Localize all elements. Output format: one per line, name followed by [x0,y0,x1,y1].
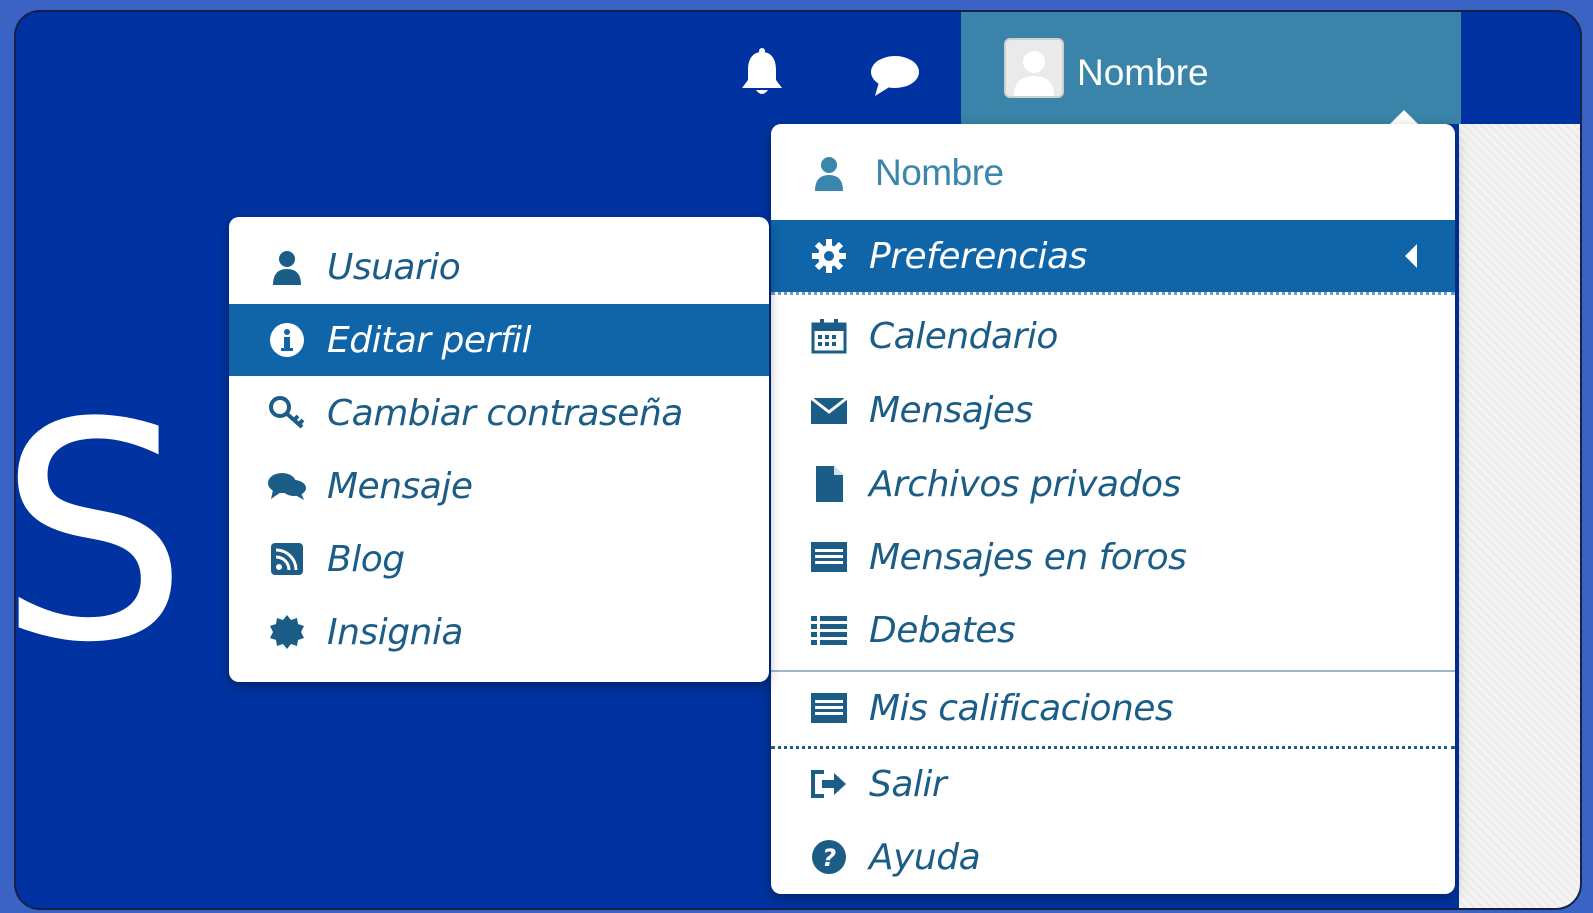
avatar [1004,38,1064,98]
user-name: Nombre [1077,52,1209,93]
menu-header-label: Nombre [875,152,1004,193]
menu-item-archivos-privados[interactable]: Archivos privados [771,448,1455,520]
menu-item-salir[interactable]: Salir [771,748,1455,820]
comments-icon [267,466,307,506]
list-box-icon [809,688,849,728]
submenu-item-label: Usuario [327,246,461,288]
envelope-icon [809,390,849,430]
file-icon [809,464,849,504]
list-box-icon [809,537,849,577]
gear-icon [809,236,849,276]
sign-out-icon [809,764,849,804]
user-dropdown-menu: Nombre Preferencias Calendario Mensajes … [771,124,1455,894]
menu-item-label: Salir [869,763,947,805]
menu-item-debates[interactable]: Debates [771,594,1455,666]
badge-icon [267,612,307,652]
menu-item-preferencias[interactable]: Preferencias [771,220,1455,292]
menu-item-mis-calificaciones[interactable]: Mis calificaciones [771,672,1455,744]
chevron-left-icon [1405,244,1417,268]
menu-item-label: Calendario [869,315,1058,357]
bell-icon[interactable] [738,48,786,102]
menu-item-profile[interactable]: Nombre [771,132,1455,214]
menu-item-mensajes[interactable]: Mensajes [771,374,1455,446]
submenu-item-editar-perfil[interactable]: Editar perfil [229,304,769,376]
question-icon: ? [809,837,849,877]
content-panel [1459,124,1580,908]
calendar-icon [809,316,849,356]
menu-item-label: Mensajes [869,389,1033,431]
menu-item-label: Archivos privados [869,463,1181,505]
submenu-item-usuario[interactable]: Usuario [229,231,769,303]
info-icon [267,320,307,360]
site-logo-letter: S [14,359,189,708]
submenu-item-blog[interactable]: Blog [229,523,769,595]
user-menu-toggle[interactable]: Nombre [961,12,1461,124]
submenu-item-cambiar-contrasena[interactable]: Cambiar contraseña [229,377,769,449]
chat-icon[interactable] [869,54,921,102]
menu-item-ayuda[interactable]: ? Ayuda [771,821,1455,893]
rss-icon [267,539,307,579]
submenu-item-insignia[interactable]: Insignia [229,596,769,668]
submenu-item-label: Mensaje [327,465,473,507]
preferences-submenu: Usuario Editar perfil Cambiar contraseña… [229,217,769,682]
list-icon [809,610,849,650]
menu-item-label: Ayuda [869,836,981,878]
menu-item-label: Preferencias [869,235,1087,277]
menu-item-calendario[interactable]: Calendario [771,300,1455,372]
submenu-item-label: Editar perfil [327,319,532,361]
key-icon [267,393,307,433]
user-icon [267,247,307,287]
menu-item-label: Mensajes en foros [869,536,1187,578]
user-icon [809,153,849,193]
menu-item-mensajes-en-foros[interactable]: Mensajes en foros [771,521,1455,593]
svg-text:?: ? [822,844,836,872]
menu-divider [771,292,1455,295]
submenu-item-mensaje[interactable]: Mensaje [229,450,769,522]
menu-item-label: Mis calificaciones [869,687,1174,729]
submenu-item-label: Insignia [327,611,463,653]
submenu-item-label: Cambiar contraseña [327,392,683,434]
menu-item-label: Debates [869,609,1016,651]
app-frame: S Nombre Nombre Preferencias Calendario … [14,10,1582,910]
submenu-item-label: Blog [327,538,405,580]
